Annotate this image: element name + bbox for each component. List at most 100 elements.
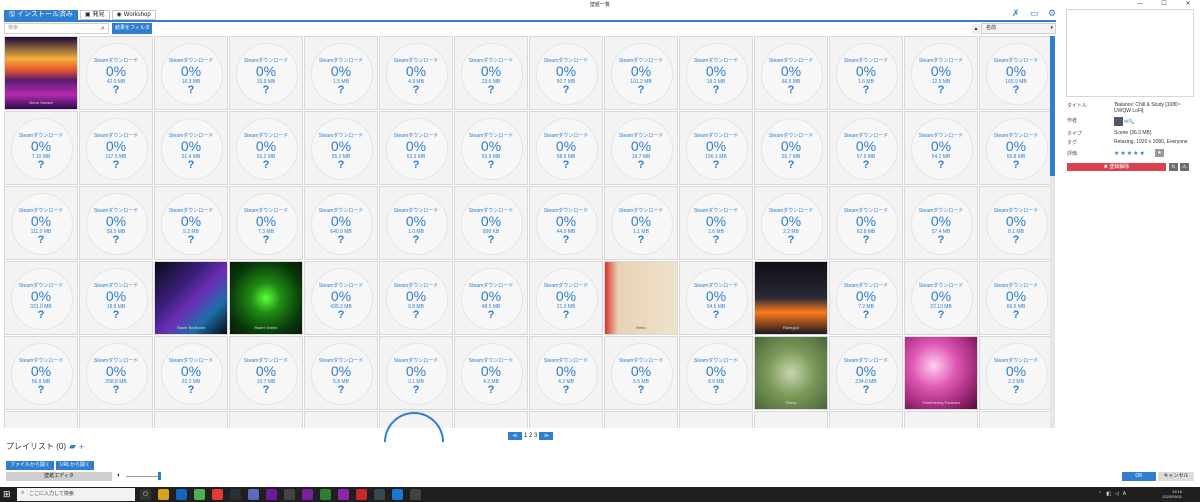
download-tile[interactable]: Steamダウンロード 0% 16.3 MB?	[154, 36, 228, 110]
store-icon[interactable]	[176, 489, 187, 500]
download-tile[interactable]	[979, 411, 1050, 428]
file-explorer-icon[interactable]	[158, 489, 169, 500]
folder-icon[interactable]: ▰	[69, 441, 76, 452]
download-tile[interactable]: Steamダウンロード 0% 12.9 MB?	[904, 36, 978, 110]
tab-installed[interactable]: 🖫 インストール済み	[4, 10, 78, 20]
download-tile[interactable]: Steamダウンロード 0% 58.6 MB?	[529, 111, 603, 185]
app-icon[interactable]	[338, 489, 349, 500]
wallpaper-thumbnail[interactable]: Shimmering Particles	[904, 336, 978, 410]
download-tile[interactable]: Steamダウンロード 0% 57.4 MB?	[904, 186, 978, 260]
download-tile[interactable]	[904, 411, 978, 428]
download-tile[interactable]: Steamダウンロード 0% 22.10 MB?	[904, 261, 978, 335]
app-icon[interactable]	[374, 489, 385, 500]
download-tile[interactable]	[229, 411, 303, 428]
download-tile[interactable]: Steamダウンロード 0% 5.5 MB?	[604, 336, 678, 410]
task-view-icon[interactable]: ▢	[140, 489, 151, 500]
download-tile[interactable]: Steamダウンロード 0% 57.9 MB?	[829, 111, 903, 185]
download-tile[interactable]: Steamダウンロード 0% 1.5 MB?	[304, 36, 378, 110]
cancel-button[interactable]: キャンセル	[1158, 472, 1194, 481]
download-tile[interactable]: Steamダウンロード 0% 54.5 MB?	[679, 261, 753, 335]
download-tile[interactable]: Steamダウンロード 0% 156.1 MB?	[679, 111, 753, 185]
prev-page-button[interactable]: ≪	[508, 432, 522, 440]
download-tile[interactable]: Steamダウンロード 0% 1.6 MB?	[829, 36, 903, 110]
scrollbar-thumb[interactable]	[1050, 36, 1055, 176]
download-tile[interactable]: Steamダウンロード 0% 7.10 MB?	[4, 111, 78, 185]
download-tile[interactable]: Steamダウンロード 0% 2.2 MB?	[754, 186, 828, 260]
wallpaper-thumbnail[interactable]: Retro	[604, 261, 678, 335]
download-tile[interactable]: Steamダウンロード 0% 53.9 MB?	[454, 111, 528, 185]
clock[interactable]: 19:16 2020/09/11	[1162, 489, 1182, 499]
download-tile[interactable]: Steamダウンロード 0% 2.6 MB?	[679, 186, 753, 260]
chrome-icon[interactable]	[194, 489, 205, 500]
gear-icon[interactable]: ⚙	[1048, 9, 1057, 18]
download-tile[interactable]: Steamダウンロード 0% 165.9 MB?	[979, 36, 1050, 110]
author-link-icon[interactable]: ✉🔍	[1124, 119, 1134, 125]
search-icon[interactable]: ⌕	[101, 25, 105, 33]
download-tile[interactable]: Steamダウンロード 0% 9.8 MB?	[379, 261, 453, 335]
download-tile[interactable]: Steamダウンロード 0% 640.9 MB?	[304, 186, 378, 260]
download-tile[interactable]: Steamダウンロード 0% 10.7 MB?	[229, 336, 303, 410]
app-icon[interactable]	[284, 489, 295, 500]
download-tile[interactable]: Steamダウンロード 0% 8.1 MB?	[979, 186, 1050, 260]
download-tile[interactable]	[4, 411, 78, 428]
download-tile[interactable]: Steamダウンロード 0% 21.2 MB?	[529, 261, 603, 335]
download-tile[interactable]: Steamダウンロード 0% 59.5 MB?	[79, 186, 153, 260]
download-tile[interactable]: Steamダウンロード 0% 50.7 MB?	[529, 36, 603, 110]
download-tile[interactable]: Steamダウンロード 0% 55.8 MB?	[979, 111, 1050, 185]
avatar[interactable]	[1114, 117, 1123, 126]
download-tile[interactable]: Steamダウンロード 0% 15.9 MB?	[229, 36, 303, 110]
download-tile[interactable]: Steamダウンロード 0% 56.9 MB?	[4, 336, 78, 410]
download-tile[interactable]: Steamダウンロード 0% 54.2 MB?	[904, 111, 978, 185]
wallpaper-thumbnail[interactable]: Ravegod	[754, 261, 828, 335]
wallpaper-thumbnail[interactable]: Razer Bedroom	[154, 261, 228, 335]
tab-discover[interactable]: ▣ 発見	[79, 10, 110, 20]
app-icon[interactable]	[410, 489, 421, 500]
sort-select[interactable]: 名前 ▾	[981, 23, 1056, 34]
download-tile[interactable]: Steamダウンロード 0% 101.2 MB?	[604, 36, 678, 110]
download-tile[interactable]: Steamダウンロード 0% 331.0 MB?	[4, 261, 78, 335]
download-tile[interactable]: Steamダウンロード 0% 66.6 MB?	[979, 261, 1050, 335]
download-tile[interactable]: Steamダウンロード 0% 5.8 MB?	[304, 336, 378, 410]
download-tile[interactable]: Steamダウンロード 0% 4.2 MB?	[529, 336, 603, 410]
open-from-url-button[interactable]: URLから開く	[56, 461, 95, 470]
download-tile[interactable]: Steamダウンロード 0% 234.0 MB?	[829, 336, 903, 410]
download-tile[interactable]: Steamダウンロード 0% 4.2 MB?	[454, 336, 528, 410]
ok-button[interactable]: OK	[1122, 472, 1156, 481]
download-tile[interactable]: Steamダウンロード 0% 8.6 MB?	[679, 336, 753, 410]
filter-button[interactable]: 結果をフィルター ▼	[112, 23, 152, 42]
warning-icon[interactable]: ⚠	[1180, 163, 1189, 171]
download-tile[interactable]: Steamダウンロード 0% 63.8 MB?	[829, 186, 903, 260]
download-tile[interactable]: Steamダウンロード 0% 111.0 MB?	[4, 186, 78, 260]
app-icon[interactable]	[248, 489, 259, 500]
minimize-button[interactable]: —	[1128, 0, 1152, 8]
download-tile[interactable]	[304, 411, 378, 428]
favorite-button[interactable]: ★	[1155, 149, 1164, 157]
download-tile[interactable]: Steamダウンロード 0% 23.6 MB?	[454, 36, 528, 110]
ime-icon[interactable]: A	[1123, 491, 1126, 497]
taskbar-search-input[interactable]: ここに入力して検索	[17, 488, 135, 501]
download-tile[interactable]: Steamダウンロード 0% 1.0 MB?	[379, 186, 453, 260]
download-tile[interactable]: Steamダウンロード 0% 22.2 MB?	[154, 336, 228, 410]
close-button[interactable]: ✕	[1176, 0, 1200, 8]
download-tile[interactable]: Steamダウンロード 0% 7.2 MB?	[829, 261, 903, 335]
volume-slider-knob[interactable]	[158, 472, 161, 480]
wallpaper-thumbnail[interactable]: Sheep	[754, 336, 828, 410]
download-tile[interactable]: Steamダウンロード 0% 7.3 MB?	[229, 186, 303, 260]
download-tile[interactable]: Steamダウンロード 0% 42.0 MB?	[79, 36, 153, 110]
download-tile[interactable]: Steamダウンロード 0% 19.2 MB?	[679, 36, 753, 110]
download-tile[interactable]: Steamダウンロード 0% 5.2 MB?	[154, 186, 228, 260]
download-tile[interactable]: Steamダウンロード 0% 3.1 MB?	[379, 336, 453, 410]
unsubscribe-button[interactable]: ✖ 登録解除	[1067, 163, 1166, 171]
download-tile[interactable]: Steamダウンロード 0% 51.4 MB?	[154, 111, 228, 185]
download-tile[interactable]	[679, 411, 753, 428]
add-icon[interactable]: +	[79, 442, 84, 452]
download-tile[interactable]	[79, 411, 153, 428]
maximize-button[interactable]: ☐	[1152, 0, 1176, 8]
wallpaper-thumbnail[interactable]: Neon Sunset	[4, 36, 78, 110]
download-tile[interactable]	[454, 411, 528, 428]
app-icon[interactable]	[212, 489, 223, 500]
download-tile[interactable]: Steamダウンロード 0% 258.8 MB?	[79, 336, 153, 410]
rating-stars[interactable]: ★★★★★	[1114, 150, 1146, 157]
tab-workshop[interactable]: ◉ Workshop	[111, 10, 156, 20]
download-tile[interactable]: Steamダウンロード 0% 2.3 MB?	[979, 336, 1050, 410]
